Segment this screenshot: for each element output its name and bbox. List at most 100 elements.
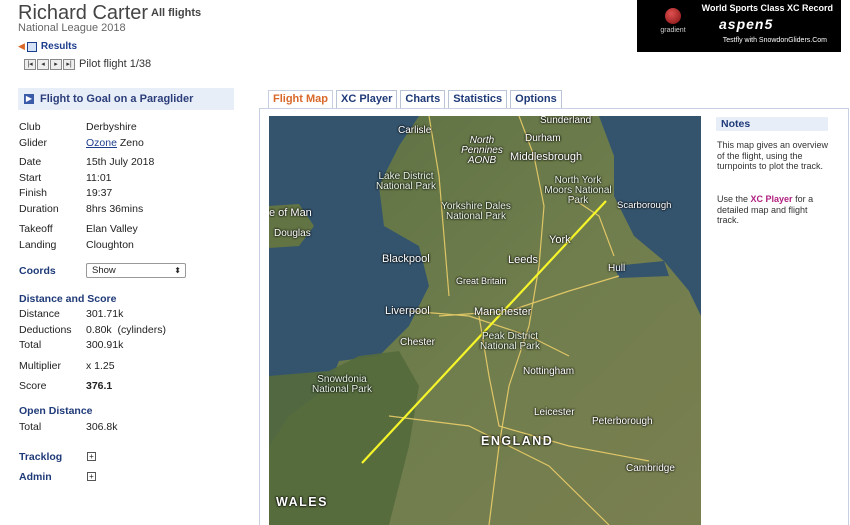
- place-label: Peak District National Park: [479, 331, 541, 352]
- club-value: Derbyshire: [86, 121, 137, 133]
- ad-title: World Sports Class XC Record: [701, 3, 833, 13]
- takeoff-value: Elan Valley: [86, 223, 138, 235]
- pager-label: Pilot flight 1/38: [79, 58, 152, 70]
- admin-link[interactable]: Admin: [19, 471, 52, 483]
- place-label: Lake District National Park: [375, 171, 437, 192]
- place-label: Liverpool: [385, 305, 430, 317]
- xc-player-link[interactable]: XC Player: [751, 194, 793, 204]
- total-value: 300.91k: [86, 339, 124, 351]
- open-total-label: Total: [19, 421, 42, 433]
- pager-next-button[interactable]: ▸: [50, 58, 62, 70]
- coords-select[interactable]: Show ⬍: [86, 263, 186, 278]
- duration-value: 8hrs 36mins: [86, 203, 144, 215]
- place-label: York: [549, 234, 571, 246]
- tracklog-expand-icon[interactable]: +: [87, 452, 96, 461]
- place-label: Leicester: [534, 407, 575, 418]
- gradient-logo: gradient: [651, 8, 695, 34]
- place-label: Leeds: [508, 254, 538, 266]
- landing-value: Cloughton: [86, 239, 134, 251]
- place-label: Carlisle: [398, 125, 432, 136]
- results-link[interactable]: ◀ Results: [18, 41, 77, 52]
- place-label: Chester: [400, 337, 436, 348]
- flight-pager: |◂ ◂ ▸ ▸| Pilot flight 1/38: [24, 58, 151, 70]
- place-label: WALES: [276, 495, 328, 509]
- ad-logo-text: gradient: [660, 27, 686, 34]
- place-label: Peterborough: [592, 416, 653, 427]
- notes-heading: Notes: [716, 117, 828, 131]
- total-label: Total: [19, 339, 42, 351]
- place-label: Blackpool: [382, 253, 430, 265]
- place-label: Manchester: [474, 306, 532, 318]
- back-arrow-icon: ◀: [18, 41, 25, 51]
- distance-value: 301.71k: [86, 308, 124, 320]
- notes-text: This map gives an overview of the flight…: [717, 140, 829, 171]
- date-label: Date: [19, 156, 42, 168]
- open-total-value: 306.8k: [86, 421, 118, 433]
- ad-subtitle: Testfly with SnowdonGliders.Com: [722, 37, 827, 44]
- all-flights-link[interactable]: All flights: [151, 7, 201, 19]
- notes-text-2: Use the XC Player for a detailed map and…: [717, 194, 829, 226]
- glider-value: Ozone Zeno: [86, 137, 144, 149]
- place-label: Douglas: [274, 228, 311, 239]
- glider-label: Glider: [19, 137, 48, 149]
- place-label: Cambridge: [626, 463, 675, 474]
- open-distance-heading: Open Distance: [19, 405, 93, 417]
- deductions-label: Deductions: [19, 324, 72, 336]
- place-label: Nottingham: [523, 366, 575, 377]
- flight-title: Flight to Goal on a Paraglider: [40, 93, 194, 105]
- ad-banner[interactable]: gradient World Sports Class XC Record as…: [637, 0, 841, 52]
- place-label: e of Man: [269, 207, 312, 219]
- score-label: Score: [19, 380, 47, 392]
- results-label: Results: [40, 41, 78, 52]
- finish-value: 19:37: [86, 187, 113, 199]
- results-list-icon: [26, 41, 37, 52]
- tracklog-link[interactable]: Tracklog: [19, 451, 62, 463]
- multiplier-label: Multiplier: [19, 360, 62, 372]
- tab-charts[interactable]: Charts: [400, 90, 446, 108]
- place-label: Scarborough: [617, 200, 672, 211]
- landing-label: Landing: [19, 239, 57, 251]
- place-label: North York Moors National Park: [544, 175, 612, 206]
- logo-ball-icon: [665, 8, 681, 24]
- distance-score-heading: Distance and Score: [19, 293, 117, 305]
- start-value: 11:01: [86, 172, 112, 184]
- place-label: Snowdonia National Park: [311, 374, 373, 395]
- league-label: National League 2018: [18, 22, 126, 34]
- date-value: 15th July 2018: [86, 156, 155, 168]
- tab-bar: Flight Map XC Player Charts Statistics O…: [268, 90, 562, 108]
- glider-make-link[interactable]: Ozone: [86, 137, 117, 149]
- place-label: Yorkshire Dales National Park: [441, 201, 511, 222]
- tab-statistics[interactable]: Statistics: [448, 90, 508, 108]
- glider-model: Zeno: [119, 137, 144, 149]
- tab-flight-map[interactable]: Flight Map: [268, 90, 333, 108]
- coords-select-value: Show: [92, 265, 116, 276]
- place-label: ENGLAND: [481, 434, 554, 448]
- pager-last-button[interactable]: ▸|: [63, 58, 75, 70]
- takeoff-label: Takeoff: [19, 223, 53, 235]
- coords-label: Coords: [19, 265, 56, 277]
- place-label: Hull: [608, 263, 626, 274]
- place-label: Durham: [525, 133, 561, 144]
- duration-label: Duration: [19, 203, 59, 215]
- place-label: Sunderland: [540, 116, 592, 126]
- notes-prefix: Use the: [717, 194, 751, 204]
- flight-map[interactable]: Sunderland Carlisle Durham North Pennine…: [269, 116, 701, 525]
- deductions-value: 0.80k (cylinders): [86, 324, 166, 336]
- club-label: Club: [19, 121, 41, 133]
- tab-options[interactable]: Options: [510, 90, 562, 108]
- finish-label: Finish: [19, 187, 48, 199]
- play-icon: ▶: [24, 94, 34, 104]
- place-label: Middlesbrough: [510, 151, 583, 163]
- place-label: North Pennines AONB: [461, 135, 503, 166]
- multiplier-value: x 1.25: [86, 360, 115, 372]
- select-arrows-icon: ⬍: [174, 266, 181, 275]
- admin-expand-icon[interactable]: +: [87, 472, 96, 481]
- tab-xc-player[interactable]: XC Player: [336, 90, 398, 108]
- place-label: Great Britain: [456, 276, 507, 286]
- start-label: Start: [19, 172, 42, 184]
- pager-prev-button[interactable]: ◂: [37, 58, 49, 70]
- pager-first-button[interactable]: |◂: [24, 58, 36, 70]
- flight-title-box: ▶ Flight to Goal on a Paraglider: [18, 88, 234, 110]
- score-value: 376.1: [86, 380, 113, 392]
- distance-label: Distance: [19, 308, 60, 320]
